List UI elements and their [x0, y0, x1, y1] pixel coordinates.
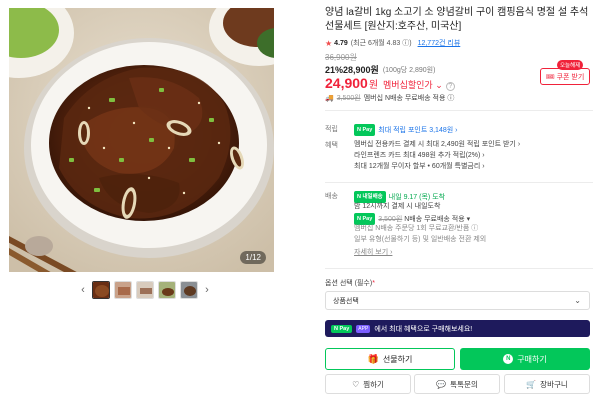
membership-discount-dropdown[interactable]: 멤버십할인가 ⌄: [383, 78, 443, 91]
benefit-line[interactable]: 최대 12개월 무이자 할부 • 60개월 특별금리 ›: [354, 162, 485, 172]
delivery-fee-text: N배송 무료배송 적용 ▾: [404, 215, 471, 223]
wish-button-label: 찜하기: [363, 379, 384, 389]
delivery-line: 밤 12시까지 결제 시 내일도착: [354, 203, 441, 210]
shipping-text: 멤버십 N배송 무료배송 적용 ⓘ: [363, 95, 455, 102]
grilled-galbi-photo: [9, 8, 274, 272]
thumbnail[interactable]: [114, 281, 132, 299]
banner-text: 에서 최대 혜택으로 구매해보세요!: [374, 325, 473, 333]
divider: [325, 182, 593, 183]
rating-note: (최근 6개월 4.83 ⓘ): [350, 40, 412, 47]
points-value: N Pay 최대 적립 포인트 3,148원 ›: [354, 124, 457, 136]
option-label-text: 옵션 선택 (필수): [325, 280, 373, 287]
main-product-image[interactable]: 1/12: [9, 8, 274, 272]
npay-badge: N Pay: [354, 124, 376, 136]
option-select-value: 상품선택: [333, 297, 359, 305]
final-price-row: 24,900 원 멤버십할인가 ⌄ ?: [325, 75, 455, 91]
talk-button-label: 톡톡문의: [450, 379, 478, 389]
coupon-button-label: 쿠폰 받기: [556, 73, 585, 81]
shipping-row: 🚚 3,500원 멤버십 N배송 무료배송 적용 ⓘ: [325, 93, 454, 103]
wish-button[interactable]: ♡ 찜하기: [325, 374, 411, 394]
delivery-line: 멤버십 N배송 주문당 1회 무료교환/반품 ⓘ: [354, 225, 479, 232]
delivery-date: 내일 9.17 (목) 도착: [388, 193, 446, 201]
rating-score: 4.79: [334, 39, 348, 47]
delivery-line: 일부 유형(선물하기 등) 및 일반배송 전환 제외: [354, 236, 487, 243]
option-label: 옵션 선택 (필수)*: [325, 278, 375, 288]
thumbnail[interactable]: [158, 281, 176, 299]
benefit-label: 혜택: [325, 142, 338, 149]
thumbnail-strip: ‹ ›: [76, 279, 214, 301]
chevron-right-icon[interactable]: ›: [200, 279, 214, 301]
product-title: 양념 la갈비 1kg 소고기 소 양념갈비 구이 캠핑음식 명절 설 추석 선…: [325, 7, 589, 32]
chevron-left-icon[interactable]: ‹: [76, 279, 90, 301]
app-badge: APP: [356, 324, 371, 333]
truck-icon: 🚚: [325, 95, 334, 102]
help-icon[interactable]: ?: [445, 82, 455, 91]
buy-button[interactable]: N 구매하기: [460, 348, 590, 370]
benefit-line[interactable]: 멤버십 전용카드 결제 시 최대 2,490원 적립 포인트 받기 ›: [354, 140, 520, 150]
original-price: 36,900원: [325, 53, 357, 62]
buy-button-label: 구매하기: [517, 354, 547, 364]
chat-icon: 💬: [436, 379, 447, 389]
npay-promo-banner[interactable]: N Pay APP 에서 최대 혜택으로 구매해보세요!: [325, 320, 590, 337]
unit-price: (100g당 2,890원): [382, 66, 436, 74]
naver-n-icon: N: [503, 354, 514, 364]
divider: [325, 268, 593, 269]
delivery-more-link[interactable]: 자세히 보기 ›: [354, 248, 392, 258]
benefit-line[interactable]: 라인프렌즈 카드 최대 498원 추가 적립(2%) ›: [354, 151, 485, 161]
talk-inquiry-button[interactable]: 💬 톡톡문의: [414, 374, 500, 394]
coupon-button[interactable]: 🎟 쿠폰 받기: [540, 68, 590, 85]
delivery-label: 배송: [325, 193, 338, 200]
heart-icon: ♡: [352, 379, 360, 389]
coupon-tag: 오늘해제: [557, 60, 584, 70]
divider: [325, 110, 593, 111]
final-price-currency: 원: [368, 80, 379, 91]
coupon-icon: 🎟: [545, 73, 555, 81]
coupon-widget: 🎟 쿠폰 받기 오늘해제: [540, 60, 590, 86]
star-icon: ★: [325, 38, 333, 48]
review-count-link[interactable]: 12,772건 리뷰: [418, 38, 461, 48]
cart-button-label: 장바구니: [540, 379, 568, 389]
thumbnail[interactable]: [92, 281, 110, 299]
final-price: 24,900: [325, 75, 368, 91]
required-mark: *: [372, 280, 375, 287]
photo-counter: 1/12: [240, 251, 266, 264]
gift-button[interactable]: 🎁 선물하기: [325, 348, 455, 370]
gift-button-label: 선물하기: [382, 354, 413, 364]
delivery-original-fee: 3,500원: [378, 215, 403, 223]
points-link[interactable]: 최대 적립 포인트 3,148원 ›: [378, 127, 457, 134]
thumbnail[interactable]: [136, 281, 154, 299]
cart-icon: 🛒: [526, 379, 537, 389]
thumbnail[interactable]: [180, 281, 198, 299]
chevron-down-icon: ⌄: [574, 296, 581, 305]
gift-icon: 🎁: [367, 353, 379, 364]
npay-badge: N Pay: [331, 324, 353, 333]
cart-button[interactable]: 🛒 장바구니: [504, 374, 590, 394]
points-label: 적립: [325, 126, 338, 133]
rating-row: ★ 4.79 (최근 6개월 4.83 ⓘ) 12,772건 리뷰: [325, 38, 460, 48]
shipping-original-fee: 3,500원: [336, 95, 361, 102]
option-select[interactable]: 상품선택 ⌄: [325, 291, 590, 310]
